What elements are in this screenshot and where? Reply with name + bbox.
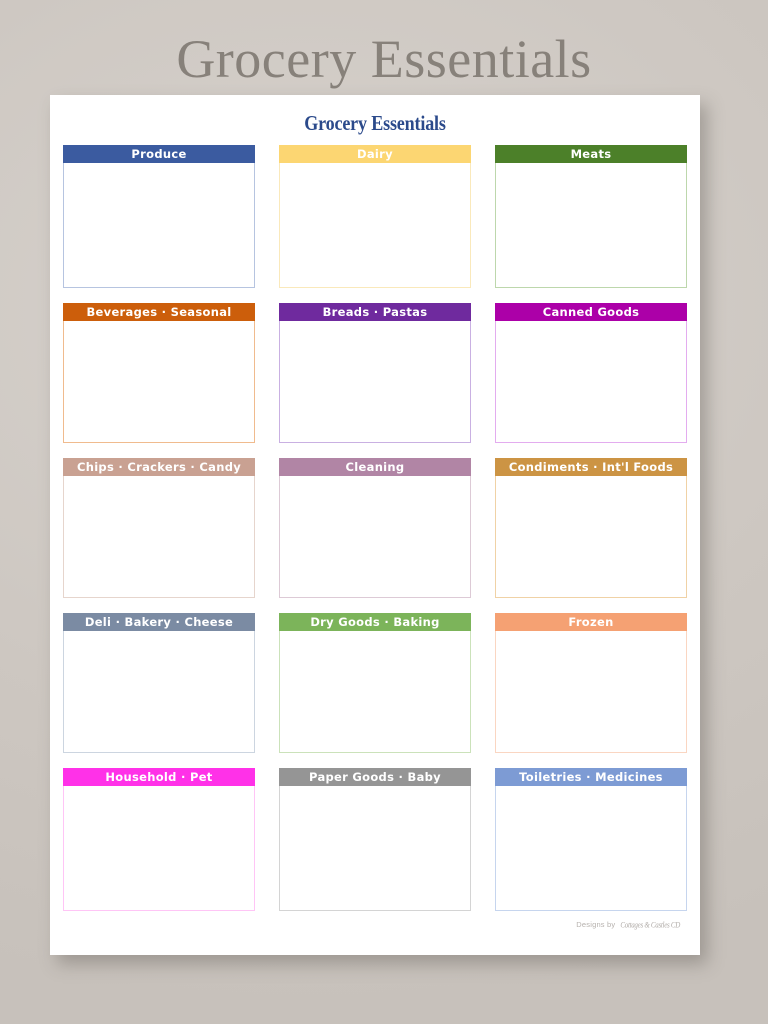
category-write-in-area[interactable]	[279, 631, 471, 753]
category-write-in-area[interactable]	[495, 163, 687, 288]
category-box: Dry Goods · Baking	[279, 613, 471, 753]
category-box: Deli · Bakery · Cheese	[63, 613, 255, 753]
category-write-in-area[interactable]	[495, 476, 687, 598]
category-header: Paper Goods · Baby	[279, 768, 471, 786]
category-header: Cleaning	[279, 458, 471, 476]
category-header: Beverages · Seasonal	[63, 303, 255, 321]
category-write-in-area[interactable]	[279, 476, 471, 598]
category-header: Dairy	[279, 145, 471, 163]
category-box: Meats	[495, 145, 687, 288]
category-write-in-area[interactable]	[63, 163, 255, 288]
category-box: Produce	[63, 145, 255, 288]
category-write-in-area[interactable]	[63, 631, 255, 753]
footer-credit-prefix: Designs by	[576, 920, 616, 929]
footer-credit: Designs by Cottages & Castles CD	[576, 920, 680, 930]
category-write-in-area[interactable]	[279, 786, 471, 911]
category-header: Chips · Crackers · Candy	[63, 458, 255, 476]
printable-sheet: Grocery Essentials Produce Dairy Meats Beve…	[50, 95, 700, 955]
category-header: Frozen	[495, 613, 687, 631]
category-box: Dairy	[279, 145, 471, 288]
category-write-in-area[interactable]	[279, 163, 471, 288]
category-write-in-area[interactable]	[495, 786, 687, 911]
category-header: Produce	[63, 145, 255, 163]
category-header: Canned Goods	[495, 303, 687, 321]
category-header: Household · Pet	[63, 768, 255, 786]
page-title: Grocery Essentials	[176, 29, 592, 89]
category-grid: Produce Dairy Meats Beverages · Seasonal Bre…	[63, 145, 687, 911]
category-box: Frozen	[495, 613, 687, 753]
category-write-in-area[interactable]	[279, 321, 471, 443]
category-box: Beverages · Seasonal	[63, 303, 255, 443]
category-box: Household · Pet	[63, 768, 255, 911]
category-header: Meats	[495, 145, 687, 163]
category-box: Toiletries · Medicines	[495, 768, 687, 911]
category-header: Breads · Pastas	[279, 303, 471, 321]
category-write-in-area[interactable]	[495, 631, 687, 753]
category-box: Canned Goods	[495, 303, 687, 443]
category-write-in-area[interactable]	[495, 321, 687, 443]
footer-credit-signature: Cottages & Castles CD	[620, 920, 680, 930]
category-box: Cleaning	[279, 458, 471, 598]
category-box: Breads · Pastas	[279, 303, 471, 443]
category-header: Toiletries · Medicines	[495, 768, 687, 786]
category-write-in-area[interactable]	[63, 476, 255, 598]
category-write-in-area[interactable]	[63, 321, 255, 443]
category-write-in-area[interactable]	[63, 786, 255, 911]
category-box: Condiments · Int'l Foods	[495, 458, 687, 598]
category-header: Dry Goods · Baking	[279, 613, 471, 631]
category-box: Paper Goods · Baby	[279, 768, 471, 911]
category-box: Chips · Crackers · Candy	[63, 458, 255, 598]
category-header: Deli · Bakery · Cheese	[63, 613, 255, 631]
sheet-title: Grocery Essentials	[304, 111, 446, 135]
category-header: Condiments · Int'l Foods	[495, 458, 687, 476]
